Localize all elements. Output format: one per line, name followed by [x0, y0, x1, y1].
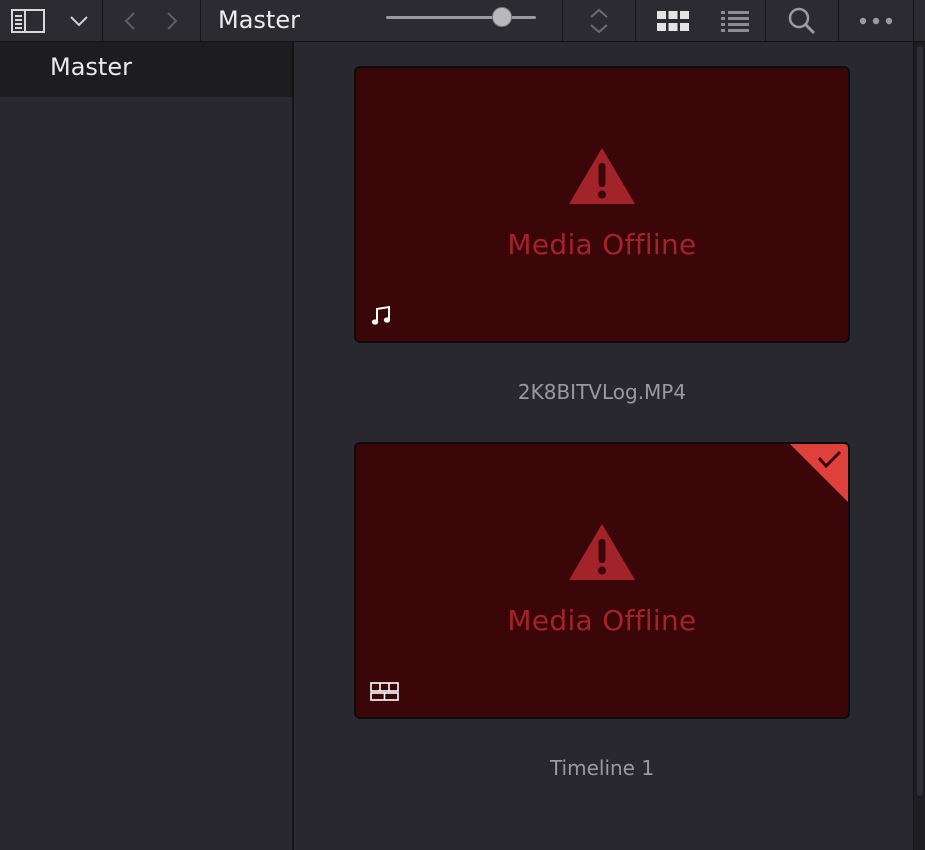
media-offline-label: Media Offline: [507, 228, 697, 261]
bin-list-sidebar: Master: [0, 42, 294, 850]
media-pool-toolbar: Master: [0, 0, 925, 42]
back-button[interactable]: [112, 0, 148, 41]
sidebar-item-label: Master: [50, 53, 132, 81]
bin-dropdown-button[interactable]: [56, 0, 102, 41]
vertical-scrollbar[interactable]: [913, 42, 925, 850]
media-pool-window: Master Master Media Offline 2K8BITVLog.M…: [0, 0, 925, 850]
clip-name[interactable]: 2K8BITVLog.MP4: [354, 380, 850, 404]
forward-icon: [167, 11, 178, 30]
bin-title: Master: [218, 6, 300, 34]
audio-note-icon: [371, 305, 391, 325]
toolbar-divider: [913, 0, 914, 41]
clip-name[interactable]: Timeline 1: [354, 756, 850, 780]
search-button[interactable]: [766, 0, 838, 41]
clip-thumbnail[interactable]: Media Offline: [354, 442, 850, 719]
search-icon: [788, 7, 816, 34]
list-view-icon: [721, 10, 749, 32]
clip-thumbnail[interactable]: Media Offline: [354, 66, 850, 343]
warning-icon: [569, 524, 635, 580]
selected-flag: [790, 444, 848, 502]
clip-type-indicator: [370, 305, 392, 331]
warning-icon: [569, 148, 635, 204]
clip-type-indicator: [370, 681, 400, 707]
panel-toggle-icon: [11, 8, 45, 33]
grid-view-icon: [657, 10, 689, 31]
toolbar-divider: [102, 0, 103, 41]
thumbnail-zoom-slider[interactable]: [386, 16, 536, 19]
chevron-down-icon: [70, 15, 88, 26]
thumbnail-view-button[interactable]: [640, 0, 706, 41]
list-view-button[interactable]: [706, 0, 764, 41]
scrollbar-thumb[interactable]: [917, 46, 923, 796]
zoom-slider-thumb[interactable]: [491, 7, 512, 27]
more-icon: [859, 17, 893, 24]
sort-icon: [590, 8, 608, 33]
media-offline-label: Media Offline: [507, 604, 697, 637]
warning-icon-wrap: [356, 146, 848, 210]
sort-button[interactable]: [563, 0, 635, 41]
more-options-button[interactable]: [839, 0, 913, 41]
timeline-icon: [370, 682, 399, 701]
checkmark-flag-icon: [790, 444, 848, 502]
sidebar-item-master[interactable]: Master: [0, 42, 292, 97]
warning-icon-wrap: [356, 522, 848, 586]
toolbar-divider: [635, 0, 636, 41]
toolbar-divider: [200, 0, 201, 41]
sidebar-toggle-button[interactable]: [0, 0, 56, 41]
forward-button[interactable]: [154, 0, 190, 41]
back-icon: [124, 11, 135, 30]
